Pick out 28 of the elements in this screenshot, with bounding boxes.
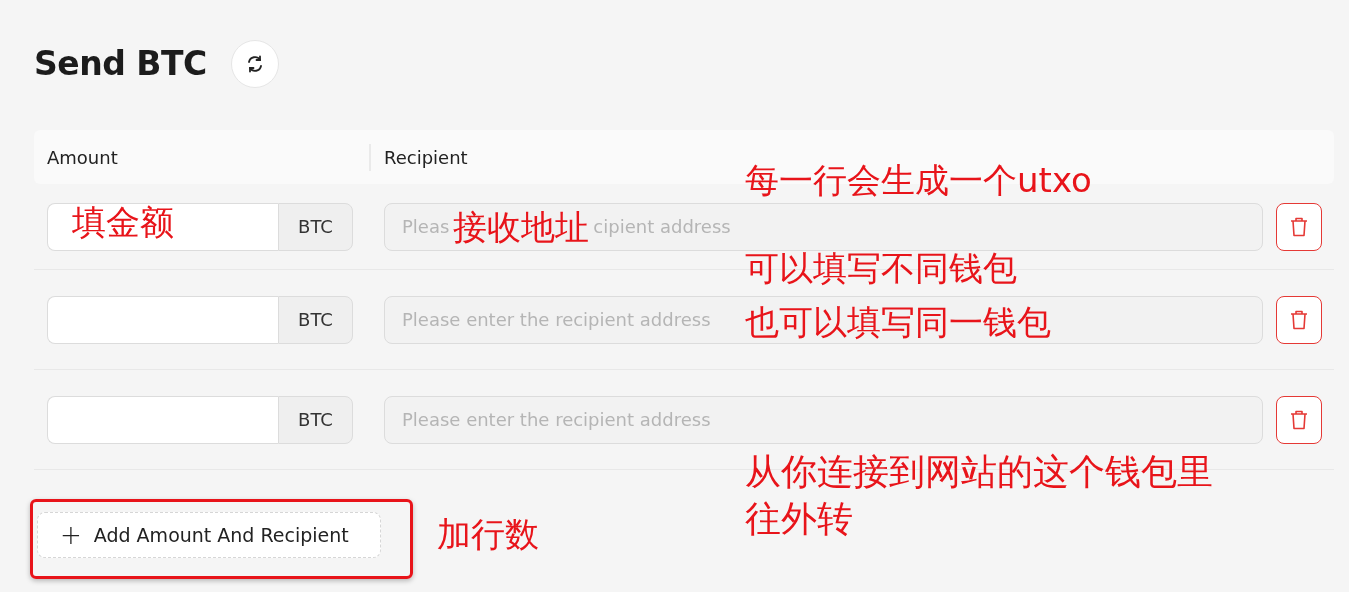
add-amount-recipient-button[interactable]: + Add Amount And Recipient (37, 512, 381, 558)
delete-button[interactable] (1276, 202, 1322, 251)
column-header: Amount (47, 146, 118, 168)
amount-field[interactable] (47, 395, 278, 444)
placeholder-text: cipient address (593, 215, 731, 239)
annotation-text: 填金额 (72, 202, 174, 243)
placeholder-text: Pleas (402, 215, 450, 239)
trash-icon (1290, 216, 1308, 237)
annotation-text: 可以填写不同钱包 (745, 248, 1017, 289)
currency-unit: BTC (278, 295, 353, 344)
annotation-text: 也可以填写同一钱包 (745, 302, 1051, 343)
trash-icon (1290, 409, 1308, 430)
annotation-text: 接收地址 (453, 209, 590, 244)
trash-icon (1290, 309, 1308, 330)
annotation-text: 从你连接到网站的这个钱包里往外转 (745, 450, 1214, 541)
currency-unit: BTC (278, 202, 353, 251)
column-header: Recipient (384, 146, 468, 168)
currency-unit: BTC (278, 395, 353, 444)
plus-icon: + (60, 522, 82, 548)
page-title: Send BTC (34, 44, 207, 84)
delete-button[interactable] (1276, 395, 1322, 444)
annotation-text: 加行数 (437, 514, 539, 555)
annotation-text: 每一行会生成一个utxo (745, 160, 1092, 201)
recipient-field[interactable]: Please enter the recipient address (384, 395, 1263, 444)
amount-field[interactable] (47, 295, 278, 344)
refresh-button[interactable] (230, 40, 279, 88)
amount-field[interactable] (47, 202, 278, 251)
delete-button[interactable] (1276, 295, 1322, 344)
